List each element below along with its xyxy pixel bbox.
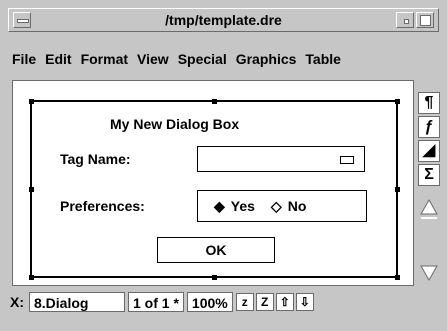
zoom-in-icon[interactable]: Z: [255, 293, 274, 311]
sigma-icon[interactable]: Σ: [418, 164, 440, 186]
radio-no[interactable]: ◇ No: [271, 198, 306, 215]
resize-handle-e[interactable]: [395, 187, 400, 192]
radio-yes-label: Yes: [230, 198, 255, 214]
maximize-button[interactable]: [416, 12, 434, 28]
tag-name-label: Tag Name:: [60, 151, 131, 167]
status-element-name: 8.Dialog: [29, 292, 125, 312]
resize-handle-ne[interactable]: [395, 99, 400, 104]
preferences-label: Preferences:: [60, 198, 145, 214]
app-window: /tmp/template.dre File Edit Format View …: [0, 0, 447, 331]
tag-name-field[interactable]: [197, 146, 365, 172]
preferences-group: ◆ Yes ◇ No: [197, 190, 367, 222]
radio-no-label: No: [287, 198, 307, 214]
vertical-scrollbar[interactable]: [418, 196, 440, 286]
menu-special[interactable]: Special: [178, 51, 227, 67]
resize-handle-w[interactable]: [29, 187, 34, 192]
menu-graphics[interactable]: Graphics: [236, 51, 297, 67]
ok-button[interactable]: OK: [157, 237, 275, 263]
scrollbar-arrows-icon: [420, 198, 438, 282]
window-title: /tmp/template.dre: [165, 12, 282, 28]
function-icon[interactable]: ƒ: [418, 116, 440, 138]
menu-format[interactable]: Format: [81, 51, 128, 67]
radio-yes[interactable]: ◆ Yes: [214, 198, 255, 215]
paragraph-icon[interactable]: ¶: [418, 92, 440, 114]
menu-file[interactable]: File: [12, 51, 36, 67]
resize-handle-n[interactable]: [212, 99, 217, 104]
status-zoom[interactable]: 100%: [186, 292, 233, 312]
menu-view[interactable]: View: [137, 51, 169, 67]
status-label: X:: [10, 294, 24, 310]
page-up-icon[interactable]: ⇧: [275, 293, 294, 311]
field-icon: [340, 156, 354, 164]
resize-handle-nw[interactable]: [29, 99, 34, 104]
menu-bar: File Edit Format View Special Graphics T…: [8, 44, 439, 74]
resize-handle-se[interactable]: [395, 275, 400, 280]
zoom-out-icon[interactable]: z: [235, 293, 254, 311]
title-bar: /tmp/template.dre: [8, 8, 439, 32]
radio-selected-icon: ◆: [214, 197, 225, 214]
status-bar: X: 8.Dialog 1 of 1 * 100% z Z ⇧ ⇩: [8, 290, 439, 314]
triangle-icon[interactable]: ◢: [418, 140, 440, 162]
page-down-icon[interactable]: ⇩: [295, 293, 314, 311]
dialog-title: My New Dialog Box: [110, 116, 240, 132]
minimize-button[interactable]: [396, 12, 414, 28]
resize-handle-sw[interactable]: [29, 275, 34, 280]
menu-edit[interactable]: Edit: [45, 51, 71, 67]
resize-handle-s[interactable]: [212, 275, 217, 280]
status-page: 1 of 1 *: [128, 292, 184, 312]
radio-unselected-icon: ◇: [270, 197, 282, 214]
menu-table[interactable]: Table: [305, 51, 341, 67]
